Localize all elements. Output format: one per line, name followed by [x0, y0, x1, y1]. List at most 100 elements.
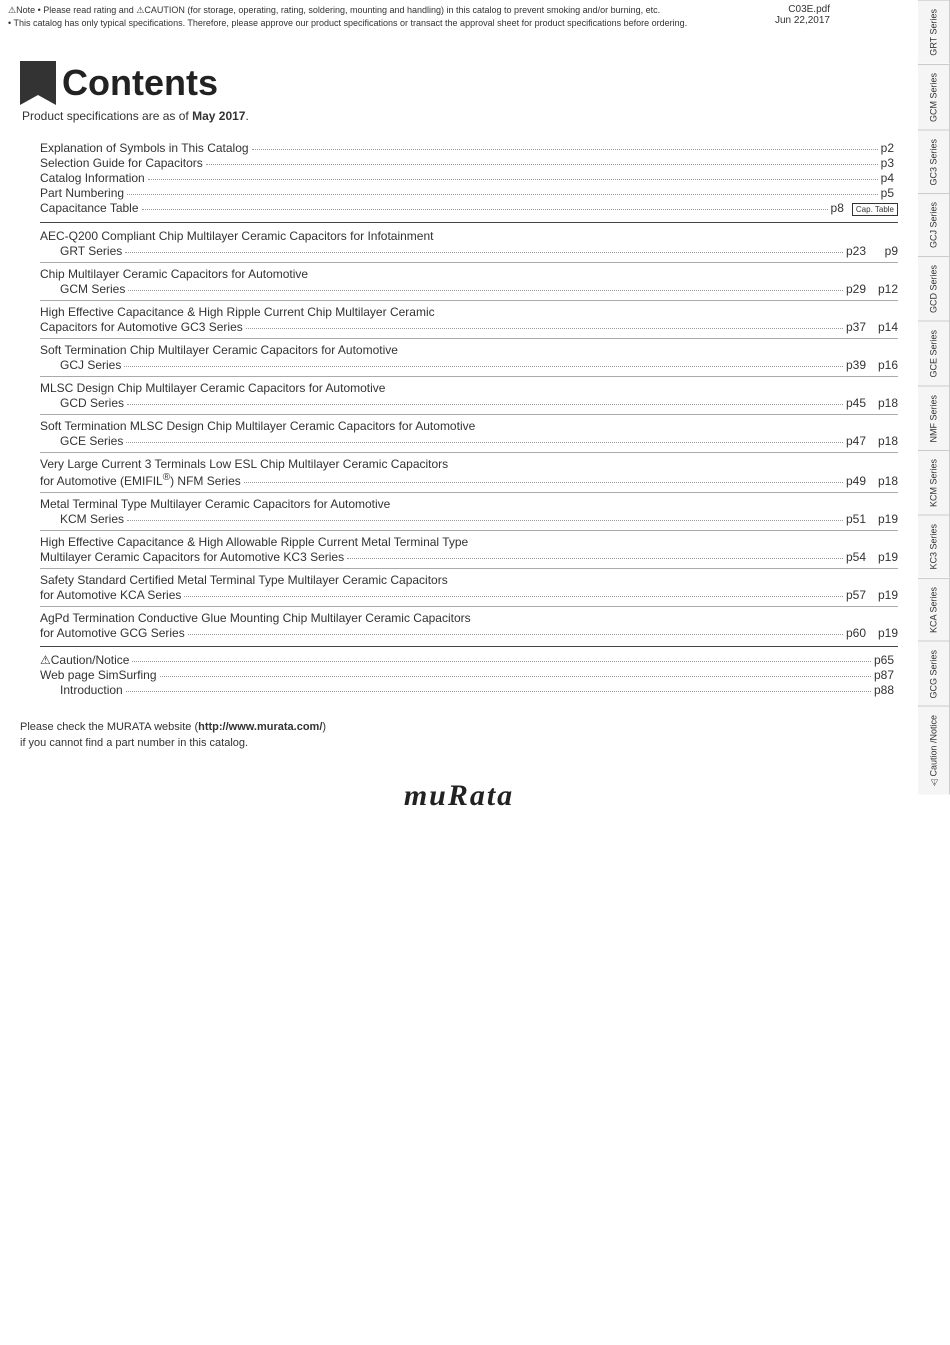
toc-dots-websimsurfing	[160, 676, 871, 677]
section-title-kcm: Metal Terminal Type Multilayer Ceramic C…	[40, 497, 898, 511]
toc-item-partnumber: Part Numbering p5	[40, 186, 898, 200]
toc-page2-nfm: p18	[870, 474, 898, 488]
toc-item-captable: Capacitance Table p8 Cap. Table	[40, 201, 898, 216]
notice-line1: ⚠Note • Please read rating and ⚠CAUTION …	[8, 4, 772, 17]
toc-item-explanation: Explanation of Symbols in This Catalog p…	[40, 141, 898, 155]
section-safety: Safety Standard Certified Metal Terminal…	[40, 573, 898, 602]
divider-10	[40, 568, 898, 569]
toc-title-partnumber: Part Numbering	[40, 186, 124, 200]
toc-container: Explanation of Symbols in This Catalog p…	[40, 141, 898, 697]
toc-dots-introduction	[126, 691, 871, 692]
toc-page2-gc3: p14	[870, 320, 898, 334]
section-metal-term: Metal Terminal Type Multilayer Ceramic C…	[40, 497, 898, 526]
toc-page2-gcj: p16	[870, 358, 898, 372]
toc-title-explanation: Explanation of Symbols in This Catalog	[40, 141, 249, 155]
toc-page-websimsurfing: p87	[874, 668, 894, 682]
section-aec-q200: AEC-Q200 Compliant Chip Multilayer Ceram…	[40, 229, 898, 258]
contents-header: Contents	[20, 61, 898, 105]
divider-4	[40, 338, 898, 339]
toc-title-caution: ⚠Caution/Notice	[40, 653, 129, 667]
top-notice: ⚠Note • Please read rating and ⚠CAUTION …	[0, 0, 780, 33]
section-title-gcj: Soft Termination Chip Multilayer Ceramic…	[40, 343, 898, 357]
section-title-gcg-1: AgPd Termination Conductive Glue Mountin…	[40, 611, 898, 625]
section-agpd: AgPd Termination Conductive Glue Mountin…	[40, 611, 898, 640]
toc-page2-gcd: p18	[870, 396, 898, 410]
toc-item-websimsurfing: Web page SimSurfing p87	[40, 668, 898, 682]
page-title: Contents	[62, 62, 218, 104]
toc-page-gcm: p29	[846, 282, 866, 296]
sidebar-tab-gcd[interactable]: GCD Series	[918, 256, 950, 321]
toc-page-gcd: p45	[846, 396, 866, 410]
toc-dots-catalog	[148, 179, 878, 180]
toc-page-gcg: p60	[846, 626, 866, 640]
footer-notes: Please check the MURATA website (http://…	[20, 721, 898, 749]
toc-dots-kcm	[127, 520, 843, 521]
sidebar-tab-grt[interactable]: GRT Series	[918, 0, 950, 64]
sidebar-tab-gce[interactable]: GCE Series	[918, 321, 950, 386]
toc-item-kcm: KCM Series p51 p19	[40, 512, 898, 526]
toc-item-gcd: GCD Series p45 p18	[40, 396, 898, 410]
toc-title-gce: GCE Series	[60, 434, 123, 448]
toc-page-gce: p47	[846, 434, 866, 448]
section-chip-mlcc: Chip Multilayer Ceramic Capacitors for A…	[40, 267, 898, 296]
toc-page-catalog: p4	[881, 171, 894, 185]
sidebar-tab-gcg[interactable]: GCG Series	[918, 641, 950, 707]
section-title-gcd: MLSC Design Chip Multilayer Ceramic Capa…	[40, 381, 898, 395]
toc-page-kca: p57	[846, 588, 866, 602]
sidebar-tab-gcj[interactable]: GCJ Series	[918, 193, 950, 256]
toc-page-introduction: p88	[874, 683, 894, 697]
divider-12	[40, 646, 898, 647]
toc-dots-gc3	[246, 328, 843, 329]
section-mlsc: MLSC Design Chip Multilayer Ceramic Capa…	[40, 381, 898, 410]
toc-title-selection: Selection Guide for Capacitors	[40, 156, 203, 170]
toc-page2-kca: p19	[870, 588, 898, 602]
toc-page-captable: p8	[831, 201, 844, 215]
toc-item-gce: GCE Series p47 p18	[40, 434, 898, 448]
sidebar-tab-kca[interactable]: KCA Series	[918, 578, 950, 641]
section-title-gcm: Chip Multilayer Ceramic Capacitors for A…	[40, 267, 898, 281]
section-high-allowable: High Effective Capacitance & High Allowa…	[40, 535, 898, 564]
toc-dots-selection	[206, 164, 878, 165]
divider-2	[40, 262, 898, 263]
sidebar-tab-kc3[interactable]: KC3 Series	[918, 515, 950, 578]
svg-text:muRata: muRata	[404, 779, 514, 812]
section-title-nfm-1: Very Large Current 3 Terminals Low ESL C…	[40, 457, 898, 471]
toc-page2-kcm: p19	[870, 512, 898, 526]
toc-page-caution: p65	[874, 653, 894, 667]
sidebar-tab-kcm[interactable]: KCM Series	[918, 450, 950, 515]
section-soft-term: Soft Termination Chip Multilayer Ceramic…	[40, 343, 898, 372]
sidebar-tab-caution[interactable]: ⚠Caution /Notice	[918, 706, 950, 795]
sidebar-tab-gcm[interactable]: GCM Series	[918, 64, 950, 130]
toc-dots-caution	[132, 661, 871, 662]
toc-page2-gcm: p12	[870, 282, 898, 296]
divider-7	[40, 452, 898, 453]
section-title-aec: AEC-Q200 Compliant Chip Multilayer Ceram…	[40, 229, 898, 243]
toc-dots-gcj	[124, 366, 843, 367]
toc-item-grt: GRT Series p23 p9	[40, 244, 898, 258]
cap-table-label: Cap. Table	[852, 203, 898, 216]
toc-page-gcj: p39	[846, 358, 866, 372]
bookmark-icon	[20, 61, 56, 105]
toc-dots-gcg	[188, 634, 843, 635]
toc-title-gcm: GCM Series	[60, 282, 125, 296]
toc-page-kcm: p51	[846, 512, 866, 526]
toc-title-gc3: Capacitors for Automotive GC3 Series	[40, 320, 243, 334]
toc-dots-gce	[126, 442, 843, 443]
toc-dots-gcd	[127, 404, 843, 405]
sidebar-tab-gc3[interactable]: GC3 Series	[918, 130, 950, 194]
toc-page-grt: p23	[846, 244, 866, 258]
toc-item-caution: ⚠Caution/Notice p65	[40, 653, 898, 667]
toc-item-kc3: Multilayer Ceramic Capacitors for Automo…	[40, 550, 898, 564]
sidebar-tab-nmf[interactable]: NMF Series	[918, 386, 950, 451]
toc-page-nfm: p49	[846, 474, 866, 488]
toc-page-kc3: p54	[846, 550, 866, 564]
toc-dots-gcm	[128, 290, 843, 291]
toc-title-kc3: Multilayer Ceramic Capacitors for Automo…	[40, 550, 344, 564]
toc-title-catalog: Catalog Information	[40, 171, 145, 185]
toc-title-captable: Capacitance Table	[40, 201, 139, 215]
toc-title-gcj: GCJ Series	[60, 358, 121, 372]
section-high-effective: High Effective Capacitance & High Ripple…	[40, 305, 898, 334]
date: Jun 22,2017	[775, 15, 830, 26]
divider-11	[40, 606, 898, 607]
section-title-gc3-1: High Effective Capacitance & High Ripple…	[40, 305, 898, 319]
